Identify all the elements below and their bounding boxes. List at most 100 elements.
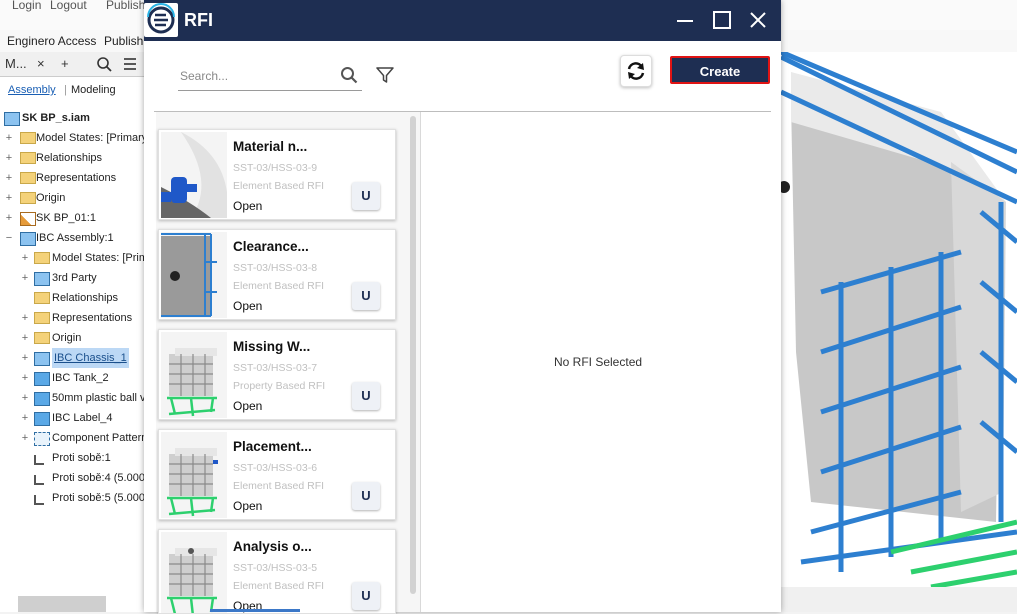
folder-icon [34, 332, 50, 344]
rfi-status: Open [233, 399, 263, 413]
dialog-titlebar[interactable]: RFI [144, 0, 781, 41]
expand-icon[interactable]: + [4, 188, 14, 208]
expand-icon[interactable]: + [4, 168, 14, 188]
rfi-title: Missing W... [233, 339, 311, 354]
enginero-access-button[interactable]: Enginero Access [7, 34, 96, 48]
part-icon [34, 412, 50, 426]
rfi-code: SST-03/HSS-03-8 [233, 262, 318, 274]
user-badge[interactable]: U [352, 582, 380, 610]
filter-icon[interactable] [376, 66, 394, 84]
expand-icon[interactable]: + [20, 328, 30, 348]
constraint-icon [34, 455, 44, 465]
assembly-icon [34, 352, 50, 366]
folder-icon [20, 192, 36, 204]
rfi-dialog: RFI Create Mate [144, 0, 781, 614]
assembly-icon [34, 272, 50, 286]
rfi-card[interactable]: Missing W... SST-03/HSS-03-7 Property Ba… [158, 329, 396, 420]
rfi-thumbnail [161, 132, 227, 218]
rfi-type: Property Based RFI [233, 380, 326, 392]
user-badge[interactable]: U [352, 382, 380, 410]
folder-icon [20, 132, 36, 144]
rfi-thumbnail [161, 532, 227, 613]
menu-icon[interactable] [122, 56, 138, 72]
empty-detail-message: No RFI Selected [554, 355, 643, 369]
rfi-code: SST-03/HSS-03-6 [233, 462, 318, 474]
refresh-icon [627, 62, 645, 80]
rfi-title: Clearance... [233, 239, 309, 254]
expand-icon[interactable]: + [20, 268, 30, 288]
publish-link[interactable]: Publish [106, 0, 145, 12]
part-icon [34, 372, 50, 386]
expand-icon[interactable]: + [20, 348, 30, 368]
3d-viewport[interactable] [781, 52, 1017, 587]
panel-separator [420, 112, 421, 612]
constraint-icon [34, 495, 44, 505]
expand-icon[interactable]: + [20, 428, 30, 448]
browser-tab-strip: M... × + [0, 52, 145, 77]
rfi-card[interactable]: Analysis o... SST-03/HSS-03-5 Element Ba… [158, 529, 396, 614]
create-rfi-button[interactable]: Create [670, 56, 770, 84]
tab-assembly[interactable]: Assembly [8, 84, 56, 96]
rfi-type: Element Based RFI [233, 580, 325, 592]
viewport-status-strip [781, 587, 1017, 612]
close-icon[interactable] [747, 9, 769, 31]
login-link[interactable]: Login [12, 0, 41, 12]
user-badge[interactable]: U [352, 282, 380, 310]
browser-mode-tabs: Assembly | Modeling [0, 78, 145, 102]
search-icon[interactable] [96, 56, 112, 72]
rfi-card[interactable]: Material n... SST-03/HSS-03-9 Element Ba… [158, 129, 396, 220]
folder-icon [34, 312, 50, 324]
tab-modeling[interactable]: Modeling [71, 84, 116, 96]
rfi-type: Element Based RFI [233, 480, 325, 492]
sketch-block-icon [20, 212, 36, 226]
folder-icon [20, 172, 36, 184]
user-badge[interactable]: U [352, 182, 380, 210]
rfi-thumbnail [161, 332, 227, 418]
model-browser: M... × + Assembly | Modeling SK BP_s.iam… [0, 52, 152, 612]
expand-icon[interactable]: + [4, 148, 14, 168]
expand-icon[interactable]: + [4, 128, 14, 148]
browser-tab-model[interactable]: M... [5, 56, 27, 71]
maximize-icon[interactable] [711, 9, 733, 31]
publish-ribbon-button[interactable]: Publish [104, 34, 143, 48]
expand-icon[interactable]: + [20, 388, 30, 408]
browser-horizontal-scrollbar[interactable] [18, 596, 106, 612]
ibc-tank-model-image [781, 52, 1017, 587]
expand-icon[interactable]: + [20, 368, 30, 388]
folder-icon [20, 152, 36, 164]
search-icon[interactable] [340, 66, 358, 84]
rfi-title: Placement... [233, 439, 312, 454]
assembly-icon [20, 232, 36, 246]
rfi-title: Material n... [233, 139, 308, 154]
rfi-thumbnail [161, 232, 227, 318]
folder-icon [34, 252, 50, 264]
rfi-type: Element Based RFI [233, 280, 325, 292]
rfi-card[interactable]: Placement... SST-03/HSS-03-6 Element Bas… [158, 429, 396, 520]
add-tab-icon[interactable]: + [61, 56, 69, 71]
expand-icon[interactable]: + [4, 208, 14, 228]
search-input[interactable] [178, 66, 332, 86]
rfi-status: Open [233, 299, 263, 313]
rfi-list-scrollbar[interactable] [410, 116, 416, 594]
minimize-icon[interactable] [674, 9, 696, 31]
constraint-icon [34, 475, 44, 485]
pattern-icon [34, 432, 50, 446]
refresh-button[interactable] [620, 55, 652, 87]
expand-icon[interactable]: + [20, 408, 30, 428]
collapse-icon[interactable]: − [4, 228, 14, 248]
assembly-icon [4, 112, 20, 126]
expand-icon[interactable]: + [20, 248, 30, 268]
expand-icon[interactable]: + [20, 308, 30, 328]
mode-separator: | [64, 84, 67, 96]
rfi-thumbnail [161, 432, 227, 518]
rfi-title: Analysis o... [233, 539, 312, 554]
logout-link[interactable]: Logout [50, 0, 87, 12]
user-badge[interactable]: U [352, 482, 380, 510]
enginero-logo-icon [144, 3, 178, 37]
close-icon[interactable]: × [37, 56, 45, 71]
folder-icon [34, 292, 50, 304]
rfi-code: SST-03/HSS-03-5 [233, 562, 318, 574]
search-field[interactable] [178, 62, 362, 91]
rfi-card[interactable]: Clearance... SST-03/HSS-03-8 Element Bas… [158, 229, 396, 320]
rfi-code: SST-03/HSS-03-9 [233, 162, 318, 174]
